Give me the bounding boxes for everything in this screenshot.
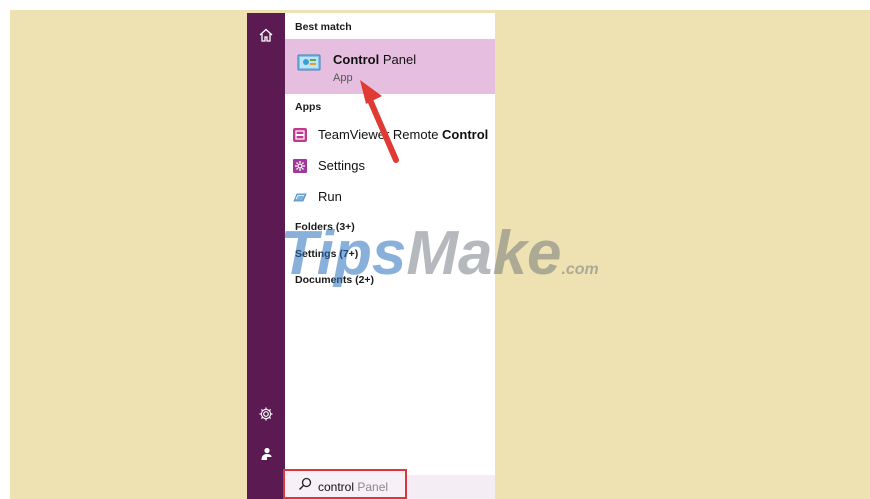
app-label: Run	[318, 189, 342, 204]
search-input[interactable]: control Panel	[283, 469, 407, 499]
user-icon[interactable]	[256, 444, 276, 464]
category-folders[interactable]: Folders (3+)	[295, 221, 355, 233]
home-icon[interactable]	[256, 25, 276, 45]
run-icon	[293, 193, 307, 202]
control-panel-title: Control Panel	[333, 52, 417, 67]
app-result-settings[interactable]: Settings	[285, 152, 495, 180]
start-rail	[247, 13, 285, 499]
category-documents[interactable]: Documents (2+)	[295, 274, 374, 286]
best-match-heading: Best match	[295, 21, 352, 33]
teamviewer-icon	[293, 128, 307, 142]
search-results-panel: Best match Control Panel App Apps TeamVi…	[285, 13, 495, 475]
app-result-teamviewer[interactable]: TeamViewer Remote Control	[285, 121, 495, 149]
app-label: Settings	[318, 158, 365, 173]
settings-app-icon	[293, 159, 307, 173]
control-panel-result[interactable]: Control Panel App	[285, 39, 495, 94]
category-settings[interactable]: Settings (7+)	[295, 248, 358, 260]
search-query: control Panel	[318, 480, 389, 494]
app-label: TeamViewer Remote Control	[318, 127, 489, 142]
search-icon	[299, 477, 312, 490]
app-result-run[interactable]: Run	[285, 183, 495, 211]
start-menu: Best match Control Panel App Apps TeamVi…	[247, 13, 495, 499]
control-panel-type: App	[333, 72, 353, 84]
gear-icon[interactable]	[256, 404, 276, 424]
control-panel-icon	[297, 54, 321, 71]
apps-heading: Apps	[295, 101, 322, 113]
